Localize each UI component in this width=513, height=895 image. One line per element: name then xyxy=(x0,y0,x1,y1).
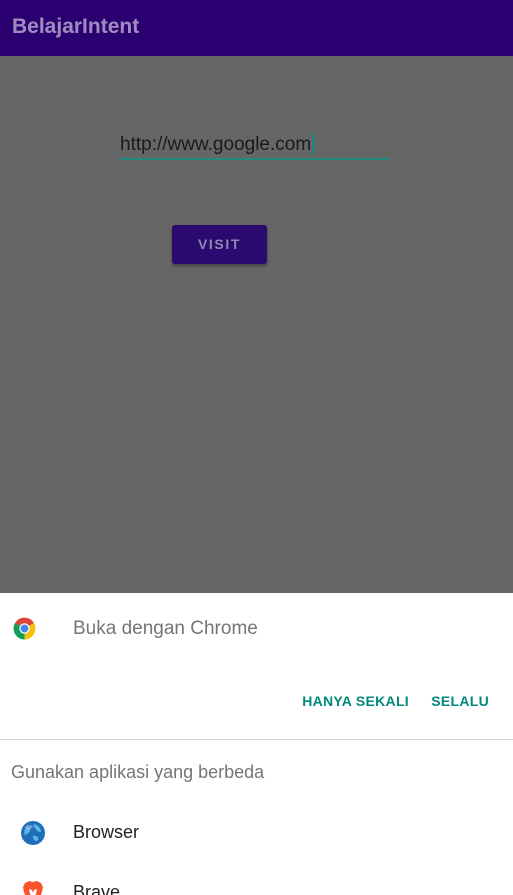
app-item-browser[interactable]: Browser xyxy=(0,805,513,861)
app-chooser-sheet: Buka dengan Chrome HANYA SEKALI SELALU G… xyxy=(0,593,513,895)
app-item-brave[interactable]: Brave xyxy=(0,865,513,895)
text-caret xyxy=(312,132,315,154)
main-content: http://www.google.com VISIT xyxy=(0,56,513,593)
always-button[interactable]: SELALU xyxy=(431,693,489,709)
divider xyxy=(0,739,513,740)
app-name: Browser xyxy=(73,822,140,842)
app-bar: BelajarIntent xyxy=(0,0,513,56)
app-name: Brave xyxy=(73,882,121,895)
open-with-chrome-label: Buka dengan Chrome xyxy=(73,618,258,639)
globe-icon xyxy=(21,821,45,845)
url-input[interactable]: http://www.google.com xyxy=(120,130,390,160)
visit-button[interactable]: VISIT xyxy=(172,225,267,264)
brave-lion-icon xyxy=(23,881,43,895)
chrome-icon xyxy=(13,617,36,640)
visit-button-label: VISIT xyxy=(197,236,241,252)
url-input-text: http://www.google.com xyxy=(120,132,315,156)
use-other-app-label: Gunakan aplikasi yang berbeda xyxy=(11,762,265,782)
app-title: BelajarIntent xyxy=(12,15,140,38)
just-once-button[interactable]: HANYA SEKALI xyxy=(302,693,409,709)
default-app-row[interactable]: Buka dengan Chrome xyxy=(0,593,513,663)
chooser-actions: HANYA SEKALI SELALU xyxy=(0,688,513,718)
